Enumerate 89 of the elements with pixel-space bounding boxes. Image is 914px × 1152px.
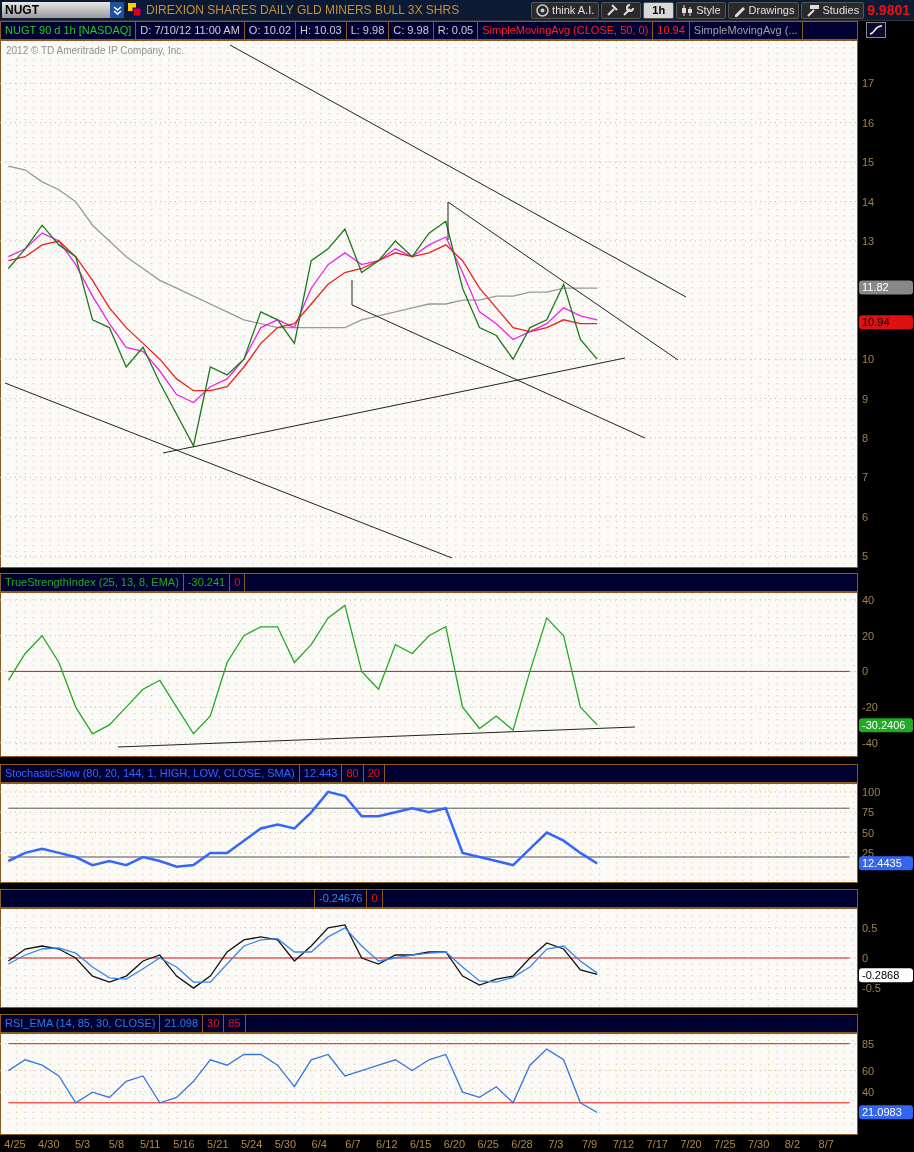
date-label: 7/25 — [714, 1137, 736, 1152]
style-button[interactable]: Style — [676, 1, 726, 19]
axis-label: 14 — [862, 195, 875, 208]
study-label: 20 — [363, 765, 385, 782]
last-price: 9.9801 — [867, 0, 910, 20]
date-label: 6/4 — [311, 1137, 327, 1152]
date-label: 5/8 — [108, 1137, 125, 1152]
axis-label: 5 — [862, 550, 869, 563]
study-label: TrueStrengthIndex (25, 13, 8, EMA) — [1, 574, 184, 591]
date-label: 7/3 — [548, 1137, 564, 1152]
axis-label: 85 — [862, 1037, 875, 1050]
axis-label: 40 — [862, 1086, 875, 1099]
study-label: 0 — [367, 890, 383, 907]
axis-label: 75 — [862, 806, 875, 819]
date-label: 5/16 — [173, 1137, 195, 1152]
study-label: -30.241 — [183, 574, 231, 591]
date-label: 7/12 — [612, 1137, 635, 1152]
axis-label: 9 — [862, 392, 869, 405]
axis-label: 7 — [862, 471, 869, 484]
ai-button[interactable]: think A.I. — [531, 1, 600, 19]
axis-label: 50 — [862, 826, 875, 839]
value-badge: 10.94 — [859, 315, 913, 330]
value-badge: -0.2868 — [859, 968, 913, 983]
axis-label: 17 — [862, 77, 875, 90]
axis-label: 100 — [862, 785, 881, 798]
studies-button[interactable]: Studies — [801, 1, 865, 19]
date-label: 7/17 — [646, 1137, 668, 1152]
drawings-button[interactable]: Drawings — [727, 1, 800, 19]
copyright-text: 2012 © TD Ameritrade IP Company, Inc. — [6, 45, 184, 56]
date-label: 5/21 — [207, 1137, 229, 1152]
security-description: DIREXION SHARES DAILY GLD MINERS BULL 3X SHRS — [146, 2, 460, 19]
info-cell: 10.94 — [653, 22, 690, 39]
study-label: 12.443 — [299, 765, 343, 782]
info-cell: R: 0.05 — [433, 22, 479, 39]
axis-label: 8 — [862, 431, 869, 444]
date-label: 5/30 — [274, 1137, 297, 1152]
value-badge: 12.4435 — [859, 856, 913, 871]
date-label: 6/28 — [511, 1137, 533, 1152]
info-cell: NUGT 90 d 1h [NASDAQ] — [1, 22, 137, 39]
study-label: 30 — [203, 1015, 225, 1032]
date-label: 6/15 — [409, 1137, 432, 1152]
info-cell: D: 7/10/12 11:00 AM — [136, 22, 245, 39]
axis-label: 20 — [862, 629, 875, 642]
axis-label: -40 — [862, 736, 878, 749]
study-label: StochasticSlow (80, 20, 144, 1, HIGH, LOW, CLOSE, SMA) — [1, 765, 300, 782]
date-label: 4/25 — [4, 1137, 26, 1152]
info-cell: H: 10.03 — [296, 22, 347, 39]
info-cell: L: 9.98 — [346, 22, 390, 39]
date-label: 8/7 — [818, 1137, 834, 1152]
info-cell: C: 9.98 — [389, 22, 434, 39]
axis-label: -0.5 — [862, 982, 881, 995]
axis-label: 10 — [862, 353, 875, 366]
axis-label: 0 — [862, 665, 869, 678]
study-label: 85 — [224, 1015, 246, 1032]
axis-label: 25 — [862, 846, 875, 859]
value-badge: 21.0983 — [859, 1105, 913, 1120]
axis-label: 6 — [862, 510, 869, 523]
study-label: 21.098 — [160, 1015, 204, 1032]
date-label: 5/3 — [74, 1137, 91, 1152]
symbol-field[interactable]: NUGT — [2, 2, 110, 18]
axis-label: 60 — [862, 1064, 875, 1077]
date-label: 6/25 — [477, 1137, 499, 1152]
study-label: -0.24676 — [315, 890, 368, 907]
date-label: 6/20 — [443, 1137, 466, 1152]
date-label: 5/24 — [240, 1137, 263, 1152]
date-label: 6/12 — [376, 1137, 398, 1152]
axis-label: 15 — [862, 156, 875, 169]
info-cell: SimpleMovingAvg (CLOSE, 50, 0) — [478, 22, 654, 39]
axis-label: -20 — [862, 701, 878, 714]
axis-label: 16 — [862, 116, 875, 129]
info-cell: SimpleMovingAvg (... — [689, 22, 803, 39]
date-label: 6/7 — [345, 1137, 361, 1152]
date-label: 7/9 — [581, 1137, 598, 1152]
date-label: 4/30 — [38, 1137, 60, 1152]
study-label: RSI_EMA (14, 85, 30, CLOSE) — [1, 1015, 161, 1032]
info-cell: O: 10.02 — [244, 22, 297, 39]
axis-label: 0.5 — [862, 921, 878, 934]
value-badge: -30.2406 — [859, 718, 913, 733]
date-label: 8/2 — [784, 1137, 801, 1152]
date-label: 5/11 — [139, 1137, 161, 1152]
axis-label: 0 — [862, 952, 869, 964]
axis-label: 13 — [862, 234, 875, 247]
value-badge: 11.82 — [859, 280, 913, 295]
date-label: 7/20 — [680, 1137, 702, 1152]
axis-label: 40 — [862, 594, 875, 607]
period-button[interactable]: 1h — [643, 1, 675, 19]
study-label: 80 — [342, 765, 364, 782]
date-label: 7/30 — [747, 1137, 770, 1152]
study-label: 0 — [230, 574, 246, 591]
